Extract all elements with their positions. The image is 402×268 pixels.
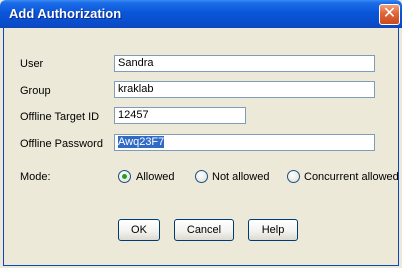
password-field[interactable]: Awq23F7 — [114, 134, 375, 151]
radio-concurrent-allowed[interactable] — [287, 170, 300, 183]
radio-selected-dot — [122, 174, 127, 179]
radio-allowed[interactable] — [118, 170, 131, 183]
radio-not-allowed-label[interactable]: Not allowed — [212, 171, 269, 183]
target-id-label: Offline Target ID — [20, 111, 100, 123]
target-id-value: 12457 — [118, 109, 149, 121]
group-field[interactable]: kraklab — [114, 81, 375, 98]
close-button[interactable]: ✕ — [379, 4, 400, 25]
radio-concurrent-allowed-label[interactable]: Concurrent allowed — [304, 171, 399, 183]
radio-allowed-label[interactable]: Allowed — [136, 171, 175, 183]
add-authorization-dialog: Add Authorization ✕ User Sandra Group kr… — [0, 0, 402, 268]
user-value: Sandra — [118, 57, 154, 69]
title-bar[interactable]: Add Authorization ✕ — [0, 0, 402, 28]
group-label: Group — [20, 85, 51, 97]
cancel-button[interactable]: Cancel — [174, 219, 234, 241]
user-field[interactable]: Sandra — [114, 55, 375, 72]
mode-label: Mode: — [20, 171, 51, 183]
target-id-field[interactable]: 12457 — [114, 107, 246, 124]
password-label: Offline Password — [20, 138, 103, 150]
dialog-title: Add Authorization — [9, 6, 122, 21]
group-value: kraklab — [118, 83, 154, 95]
user-label: User — [20, 58, 44, 70]
radio-not-allowed[interactable] — [195, 170, 208, 183]
ok-button[interactable]: OK — [118, 219, 160, 241]
close-icon: ✕ — [382, 5, 397, 22]
password-value: Awq23F7 — [118, 136, 165, 148]
help-button[interactable]: Help — [248, 219, 298, 241]
